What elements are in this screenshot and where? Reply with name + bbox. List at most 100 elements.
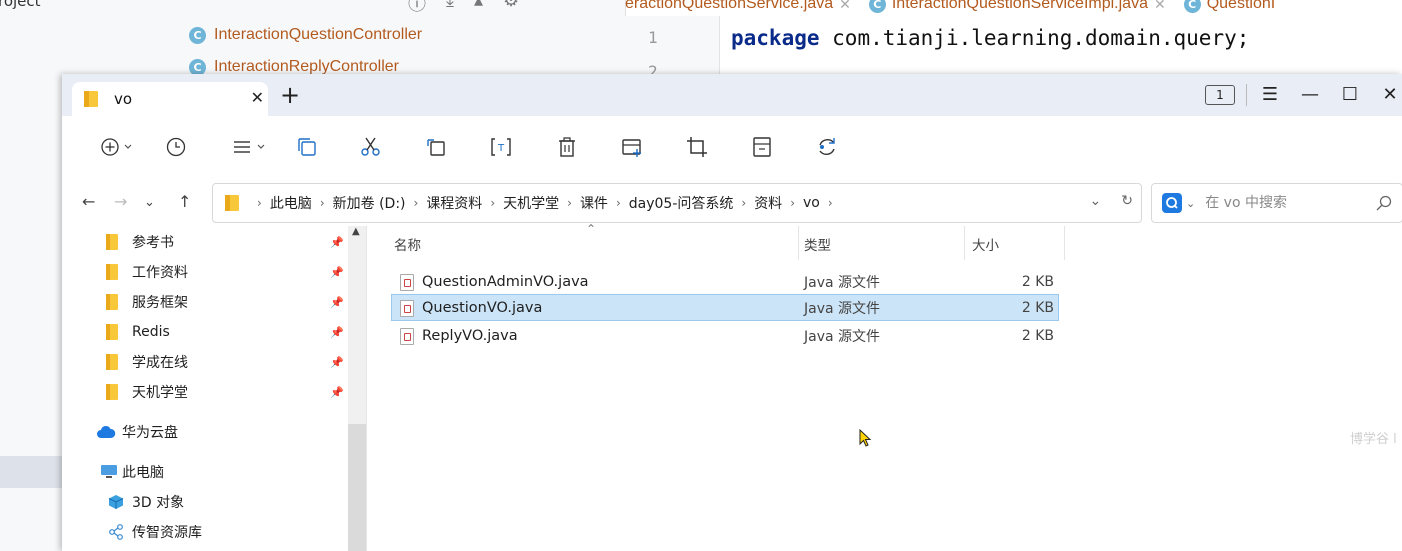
gear-icon[interactable]: ⚙ bbox=[503, 0, 519, 16]
paste-button[interactable] bbox=[425, 132, 447, 162]
breadcrumb-chevron-icon[interactable]: › bbox=[567, 196, 572, 210]
download-icon[interactable]: ⤓ bbox=[446, 0, 454, 16]
breadcrumb-tianji[interactable]: 天机学堂 bbox=[503, 193, 559, 213]
new-item-button[interactable] bbox=[621, 132, 643, 162]
nav-item-huawei-cloud[interactable]: 华为云盘 bbox=[96, 418, 178, 446]
nav-item-label: 此电脑 bbox=[122, 465, 164, 481]
recent-button[interactable] bbox=[166, 132, 186, 162]
search-provider-chevron-icon[interactable]: ⌄ bbox=[1186, 197, 1195, 210]
editor-tab-label: eractionQuestionService.java bbox=[625, 0, 834, 12]
divider bbox=[1246, 84, 1247, 106]
collapse-icon[interactable]: ▴ bbox=[474, 0, 483, 16]
computer-icon bbox=[101, 465, 117, 478]
forward-arrow-icon[interactable]: → bbox=[114, 192, 127, 211]
rename-button[interactable]: T bbox=[490, 132, 512, 162]
nav-item-reference-books[interactable]: 参考书 📌 bbox=[106, 228, 344, 256]
pin-icon[interactable]: 📌 bbox=[330, 386, 344, 399]
nav-item-label: 服务框架 bbox=[132, 295, 188, 311]
scroll-up-arrow-icon[interactable]: ▲ bbox=[352, 226, 360, 237]
pin-icon[interactable]: 📌 bbox=[330, 236, 344, 249]
column-name[interactable]: 名称 bbox=[394, 234, 421, 254]
nav-item-xuecheng[interactable]: 学成在线 📌 bbox=[106, 348, 344, 376]
sync-button[interactable] bbox=[816, 132, 838, 162]
file-row[interactable]: ReplyVO.java Java 源文件 2 KB bbox=[391, 322, 1059, 349]
menu-icon[interactable]: ☰ bbox=[1255, 80, 1285, 110]
editor-tab[interactable]: C InteractionQuestionServiceImpl.java ✕ bbox=[868, 0, 1166, 16]
delete-button[interactable] bbox=[556, 132, 578, 162]
crop-button[interactable] bbox=[686, 132, 708, 162]
address-bar[interactable]: › 此电脑 › 新加卷 (D:) › 课程资料 › 天机学堂 › 课件 › day05-问… bbox=[212, 183, 1142, 223]
breadcrumb-this-pc[interactable]: 此电脑 bbox=[270, 193, 312, 213]
nav-item-service-framework[interactable]: 服务框架 📌 bbox=[106, 288, 344, 316]
tree-item-question-controller[interactable]: C InteractionQuestionController bbox=[189, 23, 422, 47]
maximize-button[interactable]: ☐ bbox=[1335, 80, 1365, 110]
new-tab-button[interactable]: + bbox=[280, 82, 300, 108]
copy-button[interactable] bbox=[296, 132, 318, 162]
plus-circle-icon bbox=[101, 138, 132, 156]
pin-icon[interactable]: 📌 bbox=[330, 296, 344, 309]
breadcrumb-chevron-icon[interactable]: › bbox=[616, 196, 621, 210]
nav-item-tianji[interactable]: 天机学堂 📌 bbox=[106, 378, 344, 406]
search-input[interactable] bbox=[1203, 194, 1358, 212]
close-icon[interactable]: ✕ bbox=[1154, 0, 1166, 13]
new-button[interactable] bbox=[100, 132, 134, 162]
close-icon[interactable]: ✕ bbox=[839, 0, 851, 13]
breadcrumb-courseware[interactable]: 课件 bbox=[580, 193, 608, 213]
up-arrow-icon[interactable]: ↑ bbox=[178, 192, 191, 211]
nav-item-redis[interactable]: Redis 📌 bbox=[106, 318, 344, 346]
class-icon: C bbox=[189, 26, 206, 44]
scrollbar-thumb[interactable] bbox=[348, 424, 366, 551]
column-size[interactable]: 大小 bbox=[972, 234, 999, 254]
refresh-icon[interactable]: ↻ bbox=[1121, 193, 1133, 209]
editor-tab[interactable]: C QuestionI bbox=[1183, 0, 1275, 16]
pane-divider[interactable] bbox=[366, 226, 367, 551]
breadcrumb-vo[interactable]: vo bbox=[803, 195, 820, 211]
breadcrumb-chevron-icon[interactable]: › bbox=[790, 196, 795, 210]
file-row-selected[interactable]: QuestionVO.java Java 源文件 2 KB bbox=[391, 294, 1059, 321]
search-box[interactable]: ⌄ bbox=[1151, 183, 1402, 223]
share-network-icon bbox=[109, 524, 123, 540]
mouse-cursor-icon bbox=[859, 429, 872, 447]
nav-scrollbar[interactable]: ▲ bbox=[348, 226, 366, 551]
breadcrumb-drive-d[interactable]: 新加卷 (D:) bbox=[333, 193, 406, 213]
pin-icon[interactable]: 📌 bbox=[330, 356, 344, 369]
breadcrumb-chevron-icon[interactable]: › bbox=[257, 196, 262, 210]
view-button[interactable] bbox=[232, 132, 268, 162]
search-icon[interactable] bbox=[1376, 195, 1392, 211]
editor-tab[interactable]: eractionQuestionService.java ✕ bbox=[625, 0, 851, 16]
address-dropdown-icon[interactable]: ⌄ bbox=[1090, 193, 1102, 209]
breadcrumb-chevron-icon[interactable]: › bbox=[741, 196, 746, 210]
info-icon[interactable]: ⓘ bbox=[408, 0, 426, 16]
nav-item-3d-objects[interactable]: 3D 对象 bbox=[108, 488, 184, 516]
breadcrumb-course-materials[interactable]: 课程资料 bbox=[426, 193, 482, 213]
column-type[interactable]: 类型 bbox=[804, 234, 831, 254]
breadcrumb-materials[interactable]: 资料 bbox=[754, 193, 782, 213]
close-tab-icon[interactable]: ✕ bbox=[251, 88, 264, 107]
file-row[interactable]: QuestionAdminVO.java Java 源文件 2 KB bbox=[391, 268, 1059, 295]
code-line[interactable]: package com.tianji.learning.domain.query… bbox=[731, 26, 1249, 50]
cut-button[interactable] bbox=[360, 132, 382, 162]
tab-vo[interactable]: vo ✕ bbox=[72, 82, 268, 116]
file-name: QuestionVO.java bbox=[422, 299, 543, 316]
column-divider[interactable] bbox=[1064, 226, 1065, 260]
back-arrow-icon[interactable]: ← bbox=[82, 192, 95, 211]
breadcrumb-day05[interactable]: day05-问答系统 bbox=[629, 193, 734, 213]
breadcrumb-chevron-icon[interactable]: › bbox=[414, 196, 419, 210]
pin-icon[interactable]: 📌 bbox=[330, 326, 344, 339]
compress-button[interactable] bbox=[751, 132, 773, 162]
search-provider-icon[interactable] bbox=[1162, 193, 1182, 213]
breadcrumb-chevron-icon[interactable]: › bbox=[320, 196, 325, 210]
pin-icon[interactable]: 📌 bbox=[330, 266, 344, 279]
column-divider[interactable] bbox=[798, 226, 799, 260]
recent-locations-chevron-icon[interactable]: ⌄ bbox=[144, 195, 155, 210]
minimize-button[interactable]: — bbox=[1295, 80, 1325, 110]
close-window-button[interactable]: ✕ bbox=[1375, 80, 1402, 110]
nav-item-this-pc[interactable]: 此电脑 bbox=[100, 458, 164, 486]
window-count-badge[interactable]: 1 bbox=[1205, 85, 1235, 105]
nav-item-work-materials[interactable]: 工作资料 📌 bbox=[106, 258, 344, 286]
breadcrumb-chevron-icon[interactable]: › bbox=[828, 196, 833, 210]
tree-item-label: InteractionQuestionController bbox=[214, 26, 423, 43]
nav-item-resource-library[interactable]: 传智资源库 bbox=[108, 518, 202, 546]
breadcrumb-chevron-icon[interactable]: › bbox=[490, 196, 495, 210]
column-divider[interactable] bbox=[964, 226, 965, 260]
